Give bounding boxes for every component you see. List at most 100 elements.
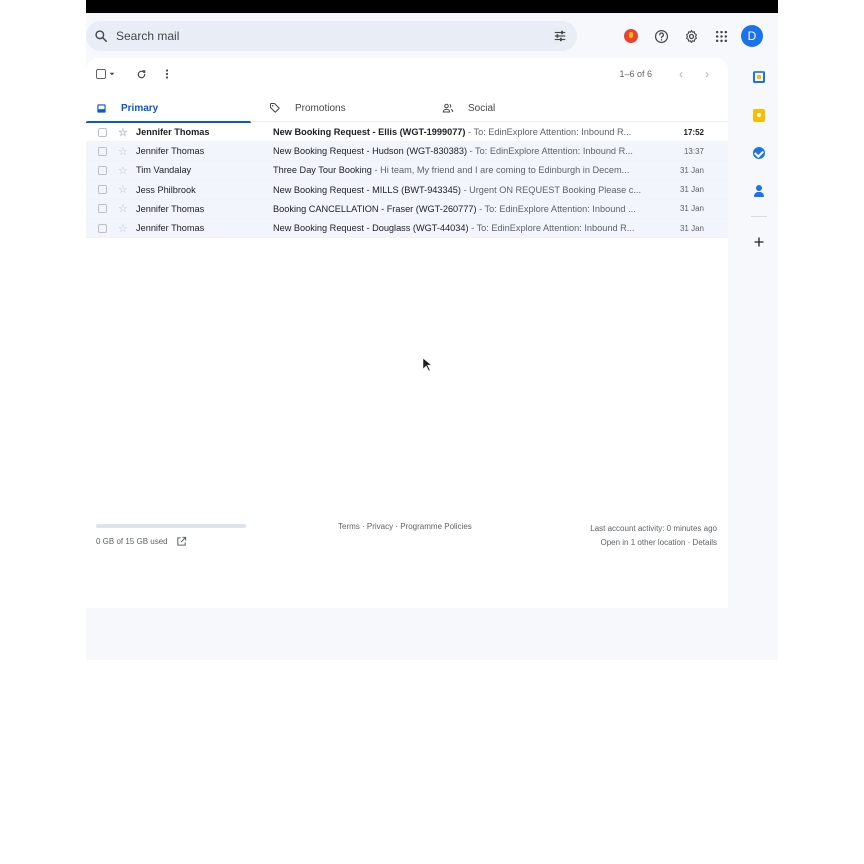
row-checkbox[interactable] [86,127,118,137]
keep-button[interactable] [740,96,778,134]
plus-icon [754,237,764,247]
star-icon[interactable]: ☆ [118,183,136,196]
row-checkbox[interactable] [86,204,118,214]
calendar-button[interactable] [740,58,778,96]
storage-text: 0 GB of 15 GB used [96,537,168,546]
checkbox[interactable] [97,223,107,233]
row-checkbox[interactable] [86,223,118,233]
inbox-icon [97,103,106,113]
mail-toolbar: 1–6 of 6 ‹ › [86,58,728,90]
help-button[interactable] [646,21,676,51]
checkbox[interactable] [97,127,107,137]
table-row[interactable]: ☆ Tim Vandalay Three Day Tour Booking - … [86,161,728,181]
activity-details-link[interactable]: Open in 1 other location · Details [590,536,717,550]
category-tabs: Primary Promotions Social [86,94,728,123]
email-content: Booking CANCELLATION - Fraser (WGT-26077… [273,204,653,214]
more-button[interactable] [154,62,180,86]
get-addons-button[interactable] [740,223,778,261]
email-subject: Booking CANCELLATION - Fraser (WGT-26077… [273,203,477,214]
tag-icon [270,103,280,113]
search-icon[interactable] [86,29,116,43]
email-snippet: - Urgent ON REQUEST Booking Please c... [460,184,641,195]
star-icon[interactable]: ☆ [118,202,136,215]
tab-primary[interactable]: Primary [86,94,259,123]
tab-label: Primary [121,102,159,114]
account-activity: Last account activity: 0 minutes ago Ope… [590,522,717,550]
contacts-button[interactable] [740,172,778,210]
email-snippet: - To: EdinExplore Attention: Inbound R..… [465,127,632,138]
checkbox[interactable] [97,165,107,175]
email-snippet: - To: EdinExplore Attention: Inbound ... [476,203,636,214]
search-bar[interactable] [86,21,577,51]
table-row[interactable]: ☆ Jennifer Thomas New Booking Request - … [86,123,728,143]
tab-label: Social [468,102,496,114]
email-sender: Jess Philbrook [136,184,196,195]
gemini-icon [624,29,638,43]
chevron-left-icon[interactable]: ‹ [668,67,694,81]
email-sender: Jennifer Thomas [136,146,205,157]
email-subject: New Booking Request - Douglass (WGT-4403… [273,223,469,234]
chevron-right-icon[interactable]: › [694,67,720,81]
checkbox[interactable] [97,204,107,214]
tab-social[interactable]: Social [432,94,605,122]
avatar[interactable]: D [741,25,763,47]
email-content: Three Day Tour Booking - Hi team, My fri… [273,165,653,175]
email-date: 31 Jan [679,204,704,214]
tab-label: Promotions [295,102,346,114]
email-list: ☆ Jennifer Thomas New Booking Request - … [86,123,728,239]
storage-bar [96,524,246,528]
row-checkbox[interactable] [86,165,118,175]
refresh-button[interactable] [128,62,154,86]
checkbox[interactable] [96,69,106,79]
checkbox[interactable] [97,146,107,156]
star-icon[interactable]: ☆ [118,126,136,139]
table-row[interactable]: ☆ Jennifer Thomas New Booking Request - … [86,218,728,239]
tasks-button[interactable] [740,134,778,172]
apps-button[interactable] [706,21,736,51]
email-date: 31 Jan [679,165,704,175]
external-link-icon[interactable] [176,536,187,547]
email-date: 31 Jan [679,223,704,233]
star-icon[interactable]: ☆ [118,145,136,158]
star-icon[interactable]: ☆ [118,164,136,177]
gemini-button[interactable] [616,21,646,51]
keep-icon [753,108,765,122]
more-vert-icon [165,69,169,79]
search-input[interactable] [116,21,543,51]
email-content: New Booking Request - Ellis (WGT-1999077… [273,127,653,137]
row-checkbox[interactable] [86,185,118,195]
table-row[interactable]: ☆ Jennifer Thomas Booking CANCELLATION -… [86,199,728,219]
email-date: 31 Jan [679,185,704,195]
settings-icon [685,29,697,43]
tab-promotions[interactable]: Promotions [259,94,432,122]
checkbox[interactable] [97,185,107,195]
pager-text: 1–6 of 6 [619,69,652,79]
select-all-checkbox[interactable] [86,62,120,86]
row-checkbox[interactable] [86,146,118,156]
tune-icon[interactable] [543,29,577,43]
table-row[interactable]: ☆ Jennifer Thomas New Booking Request - … [86,142,728,162]
footer-links[interactable]: Terms · Privacy · Programme Policies [338,522,472,531]
table-row[interactable]: ☆ Jess Philbrook New Booking Request - M… [86,180,728,200]
activity-text: Last account activity: 0 minutes ago [590,524,717,533]
email-sender: Tim Vandalay [136,165,192,176]
help-icon [654,29,668,43]
email-snippet: - To: EdinExplore Attention: Inbound R..… [468,223,635,234]
mail-footer: 0 GB of 15 GB used Terms · Privacy · Pro… [86,518,728,558]
email-content: New Booking Request - Hudson (WGT-830383… [273,146,653,156]
email-sender: Jennifer Thomas [136,127,210,138]
email-date: 17:52 [683,127,704,137]
account-button[interactable]: D [736,21,766,51]
email-subject: Three Day Tour Booking [273,165,372,176]
email-sender: Jennifer Thomas [136,223,205,234]
settings-button[interactable] [676,21,706,51]
email-subject: New Booking Request - Ellis (WGT-1999077… [273,127,466,138]
email-content: New Booking Request - MILLS (BWT-943345)… [273,185,653,195]
email-subject: New Booking Request - MILLS (BWT-943345) [273,184,461,195]
storage-info: 0 GB of 15 GB used [96,536,187,547]
calendar-icon [753,71,765,83]
chevron-down-icon[interactable] [108,70,116,78]
star-icon[interactable]: ☆ [118,222,136,235]
top-black-bar [86,0,778,13]
header-actions: D [616,21,766,51]
